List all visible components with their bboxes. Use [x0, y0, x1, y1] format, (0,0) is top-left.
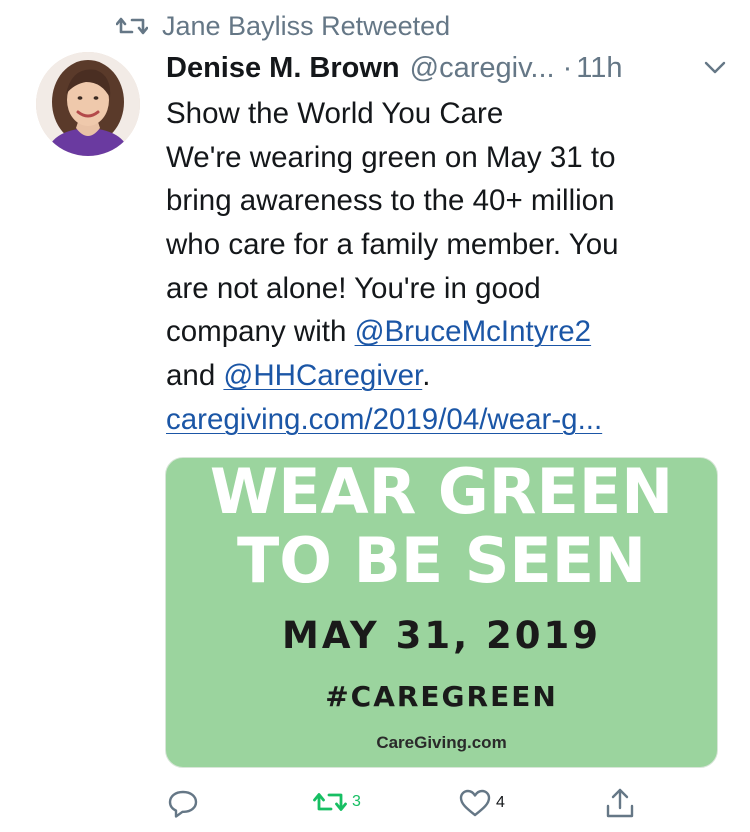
tweet-line: caregiving.com/2019/04/wear-g...: [166, 398, 726, 442]
like-count: 4: [496, 794, 505, 811]
retweeted-by-label[interactable]: Jane Bayliss Retweeted: [162, 11, 450, 42]
tweet-text: company with: [166, 315, 355, 349]
separator-dot: ·: [562, 51, 573, 84]
tweet-line: who care for a family member. You: [166, 228, 619, 262]
reply-button[interactable]: [166, 788, 204, 820]
tweet-line: are not alone! You're in good: [166, 271, 541, 305]
tweet-header: Denise M. Brown @caregiv... · 11h: [166, 48, 726, 88]
author-name[interactable]: Denise M. Brown: [166, 52, 400, 85]
card-hashtag: #CAREGREEN: [325, 680, 558, 713]
card-headline: WEAR GREEN: [209, 457, 674, 528]
author-handle[interactable]: @caregiv...: [410, 52, 555, 85]
like-button[interactable]: 4: [458, 788, 505, 818]
retweet-count: 3: [352, 793, 361, 810]
heart-icon: [458, 788, 492, 818]
share-icon: [604, 786, 636, 820]
reply-icon: [166, 788, 200, 820]
share-button[interactable]: [604, 786, 636, 820]
card-date: MAY 31, 2019: [282, 614, 601, 657]
retweet-icon: [116, 14, 148, 38]
tweet-body: Show the World You Care We're wearing gr…: [166, 92, 726, 442]
card-headline: TO BE SEEN: [236, 524, 647, 597]
link-card-image[interactable]: WEAR GREEN TO BE SEEN MAY 31, 2019 #CARE…: [165, 457, 718, 768]
avatar[interactable]: [36, 52, 140, 156]
chevron-down-icon[interactable]: [704, 61, 726, 75]
tweet-line: and @HHCaregiver.: [166, 354, 726, 398]
tweet-line: We're wearing green on May 31 to: [166, 140, 616, 174]
tweet-line: Show the World You Care: [166, 97, 504, 130]
tweet-text: .: [422, 359, 431, 393]
card-site: CareGiving.com: [376, 733, 507, 752]
retweet-context[interactable]: Jane Bayliss Retweeted: [116, 8, 450, 44]
tweet-line: bring awareness to the 40+ million: [166, 184, 615, 218]
tweet-text: and: [166, 359, 224, 393]
retweet-icon: [312, 788, 348, 816]
mention-link[interactable]: @HHCaregiver: [223, 359, 422, 392]
mention-link[interactable]: @BruceMcIntyre2: [355, 315, 592, 348]
tweet-line: company with @BruceMcIntyre2: [166, 310, 726, 354]
retweet-button[interactable]: 3: [312, 788, 361, 816]
url-link[interactable]: caregiving.com/2019/04/wear-g...: [166, 403, 602, 436]
tweet-timestamp[interactable]: 11h: [576, 52, 622, 85]
